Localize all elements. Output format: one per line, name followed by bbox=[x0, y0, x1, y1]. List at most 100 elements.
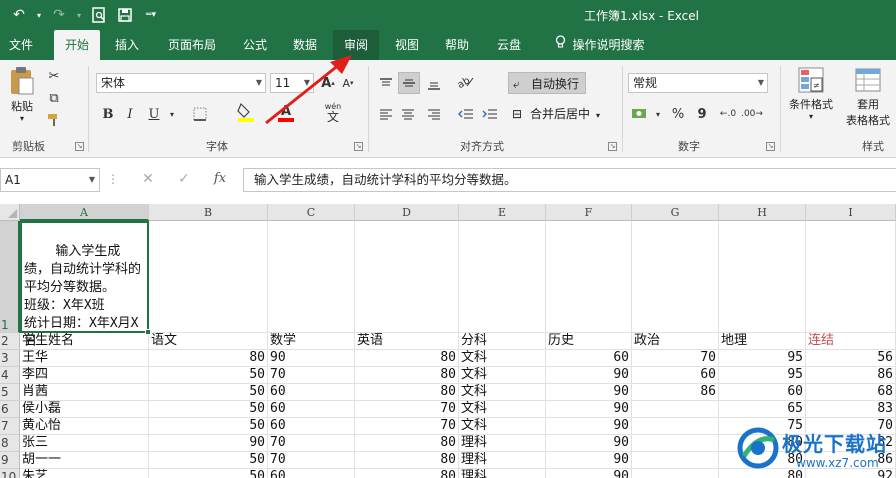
cell-e7[interactable]: 文科 bbox=[459, 418, 546, 435]
percent-style-icon[interactable]: % bbox=[668, 104, 688, 124]
cell-e10[interactable]: 理科 bbox=[459, 469, 546, 478]
cell-a8[interactable]: 张三 bbox=[20, 435, 149, 452]
cell-i3[interactable]: 56 bbox=[806, 350, 896, 367]
cell-i5[interactable]: 68 bbox=[806, 384, 896, 401]
column-header-g[interactable]: G bbox=[632, 204, 719, 221]
cell-f1[interactable] bbox=[546, 221, 632, 333]
cell-g4[interactable]: 60 bbox=[632, 367, 719, 384]
font-size-combo[interactable]: 11 ▼ bbox=[270, 73, 314, 93]
phonetic-guide-icon[interactable]: wén 文 bbox=[320, 100, 346, 126]
cell-c5[interactable]: 60 bbox=[268, 384, 355, 401]
column-header-h[interactable]: H bbox=[719, 204, 806, 221]
cell-h4[interactable]: 95 bbox=[719, 367, 806, 384]
cell-c4[interactable]: 70 bbox=[268, 367, 355, 384]
row-header-4[interactable]: 4 bbox=[0, 367, 20, 384]
column-header-a[interactable]: A bbox=[20, 204, 149, 221]
bold-button[interactable]: B bbox=[98, 104, 118, 124]
cell-c3[interactable]: 90 bbox=[268, 350, 355, 367]
chevron-down-icon[interactable]: ▾ bbox=[648, 104, 668, 124]
cell-h3[interactable]: 95 bbox=[719, 350, 806, 367]
cell-d6[interactable]: 70 bbox=[355, 401, 459, 418]
print-preview-icon[interactable] bbox=[88, 4, 110, 26]
cell-c8[interactable]: 70 bbox=[268, 435, 355, 452]
cell-a2[interactable]: 学生姓名 bbox=[20, 333, 149, 350]
cell-e2[interactable]: 分科 bbox=[459, 333, 546, 350]
cell-d7[interactable]: 70 bbox=[355, 418, 459, 435]
tab-help[interactable]: 帮助 bbox=[436, 30, 478, 60]
cell-f5[interactable]: 90 bbox=[546, 384, 632, 401]
cell-d4[interactable]: 80 bbox=[355, 367, 459, 384]
cell-b1[interactable] bbox=[149, 221, 268, 333]
cell-b9[interactable]: 50 bbox=[149, 452, 268, 469]
tab-cloud[interactable]: 云盘 bbox=[488, 30, 530, 60]
tab-formulas[interactable]: 公式 bbox=[234, 30, 276, 60]
cell-e8[interactable]: 理科 bbox=[459, 435, 546, 452]
cell-g5[interactable]: 86 bbox=[632, 384, 719, 401]
save-icon[interactable] bbox=[114, 4, 136, 26]
decrease-decimal-icon[interactable]: .00→ bbox=[741, 104, 763, 124]
cell-i4[interactable]: 86 bbox=[806, 367, 896, 384]
cell-c1[interactable] bbox=[268, 221, 355, 333]
cell-d3[interactable]: 80 bbox=[355, 350, 459, 367]
cell-c6[interactable]: 60 bbox=[268, 401, 355, 418]
column-header-b[interactable]: B bbox=[149, 204, 268, 221]
cell-h5[interactable]: 60 bbox=[719, 384, 806, 401]
number-format-combo[interactable]: 常规 ▼ bbox=[628, 73, 768, 93]
cut-icon[interactable]: ✂ bbox=[44, 66, 64, 86]
cell-g2[interactable]: 政治 bbox=[632, 333, 719, 350]
tab-data[interactable]: 数据 bbox=[284, 30, 326, 60]
wrap-text-button[interactable]: ⤶ 自动换行 bbox=[508, 72, 587, 94]
undo-icon[interactable]: ↶ bbox=[8, 4, 30, 26]
grow-font-icon[interactable]: A ▴ bbox=[318, 73, 338, 93]
orientation-icon[interactable]: ab bbox=[456, 72, 476, 92]
tab-view[interactable]: 视图 bbox=[386, 30, 428, 60]
cell-d10[interactable]: 80 bbox=[355, 469, 459, 478]
align-left-icon[interactable] bbox=[376, 104, 396, 124]
cell-a10[interactable]: 朱艺 bbox=[20, 469, 149, 478]
fill-color-icon[interactable] bbox=[236, 102, 256, 122]
italic-button[interactable]: I bbox=[120, 104, 140, 124]
cell-g3[interactable]: 70 bbox=[632, 350, 719, 367]
shrink-font-icon[interactable]: A ▾ bbox=[338, 73, 358, 93]
cell-b4[interactable]: 50 bbox=[149, 367, 268, 384]
cell-d2[interactable]: 英语 bbox=[355, 333, 459, 350]
cell-g1[interactable] bbox=[632, 221, 719, 333]
clipboard-launcher-icon[interactable]: ↘ bbox=[75, 142, 84, 151]
cell-d5[interactable]: 80 bbox=[355, 384, 459, 401]
alignment-launcher-icon[interactable]: ↘ bbox=[608, 142, 617, 151]
cell-e9[interactable]: 理科 bbox=[459, 452, 546, 469]
font-launcher-icon[interactable]: ↘ bbox=[354, 142, 363, 151]
row-header-5[interactable]: 5 bbox=[0, 384, 20, 401]
cell-f6[interactable]: 90 bbox=[546, 401, 632, 418]
cell-i1[interactable] bbox=[806, 221, 896, 333]
cell-b2[interactable]: 语文 bbox=[149, 333, 268, 350]
column-header-c[interactable]: C bbox=[268, 204, 355, 221]
formula-bar-grip-icon[interactable]: ⋮ bbox=[107, 172, 119, 186]
copy-icon[interactable]: ⧉ bbox=[44, 88, 64, 108]
cell-h6[interactable]: 65 bbox=[719, 401, 806, 418]
name-box[interactable]: A1 ▼ bbox=[0, 168, 100, 192]
tab-home[interactable]: 开始 bbox=[54, 30, 100, 60]
cell-i6[interactable]: 83 bbox=[806, 401, 896, 418]
cell-h2[interactable]: 地理 bbox=[719, 333, 806, 350]
row-header-8[interactable]: 8 bbox=[0, 435, 20, 452]
cell-a7[interactable]: 黄心怡 bbox=[20, 418, 149, 435]
underline-button[interactable]: U bbox=[144, 104, 164, 124]
enter-formula-button[interactable]: ✓ bbox=[172, 171, 196, 189]
cell-e6[interactable]: 文科 bbox=[459, 401, 546, 418]
chevron-down-icon[interactable]: ▾ bbox=[162, 104, 182, 124]
column-header-f[interactable]: F bbox=[546, 204, 632, 221]
row-header-2[interactable]: 2 bbox=[0, 333, 20, 350]
cell-g8[interactable] bbox=[632, 435, 719, 452]
cell-b7[interactable]: 50 bbox=[149, 418, 268, 435]
cell-i2[interactable]: 连结 bbox=[806, 333, 896, 350]
align-middle-icon[interactable] bbox=[398, 72, 420, 94]
tab-review[interactable]: 审阅 bbox=[333, 30, 379, 60]
cell-f4[interactable]: 90 bbox=[546, 367, 632, 384]
column-header-d[interactable]: D bbox=[355, 204, 459, 221]
cell-e4[interactable]: 文科 bbox=[459, 367, 546, 384]
cell-d1[interactable] bbox=[355, 221, 459, 333]
cell-f8[interactable]: 90 bbox=[546, 435, 632, 452]
row-header-9[interactable]: 9 bbox=[0, 452, 20, 469]
cell-c7[interactable]: 60 bbox=[268, 418, 355, 435]
